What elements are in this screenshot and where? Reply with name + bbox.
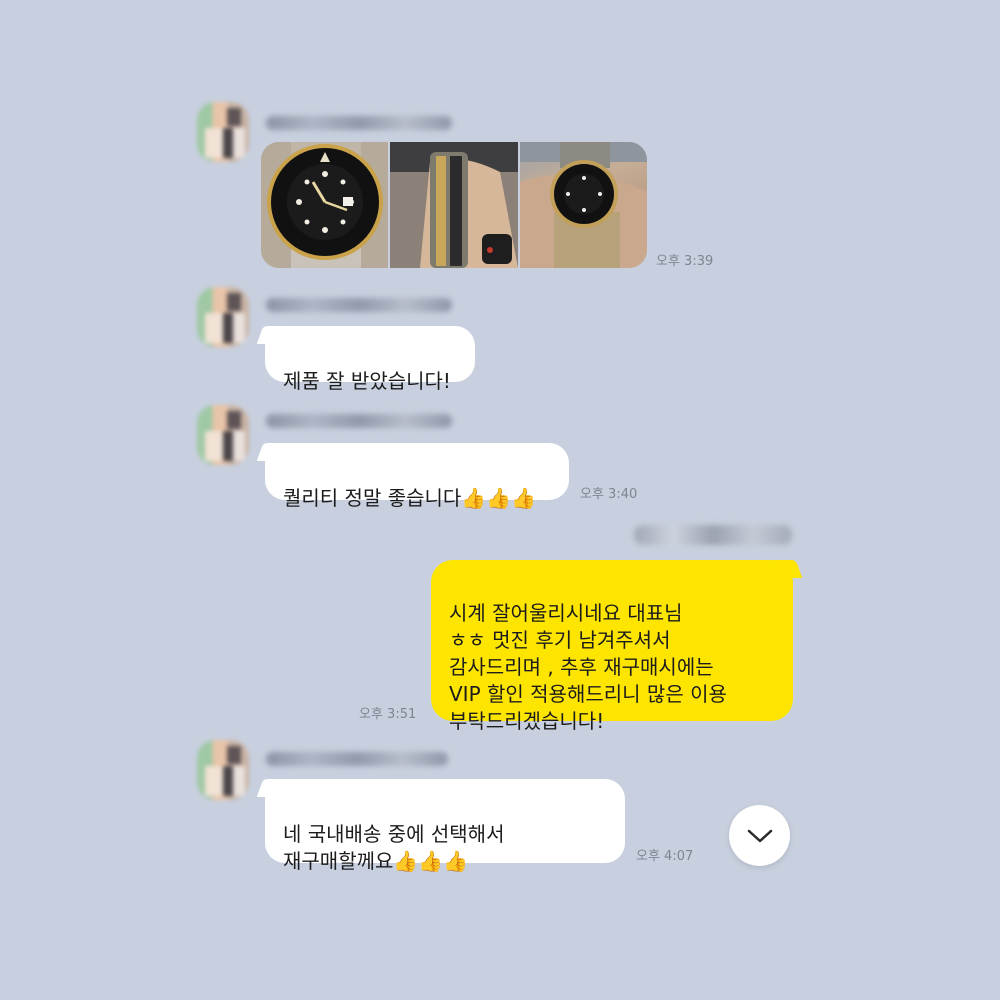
chevron-down-icon bbox=[747, 829, 772, 842]
thumbs-up-emoji: 👍👍👍 bbox=[393, 849, 469, 873]
sender-avatar[interactable] bbox=[197, 287, 249, 347]
sender-avatar[interactable] bbox=[197, 740, 249, 800]
sender-name-blurred bbox=[266, 116, 452, 130]
message-text: 제품 잘 받았습니다! bbox=[283, 369, 451, 393]
watch-wrist-image bbox=[519, 142, 647, 268]
sender-name-blurred bbox=[266, 752, 448, 766]
incoming-message-bubble[interactable]: 퀄리티 정말 좋습니다👍👍👍 bbox=[265, 443, 569, 510]
scroll-to-bottom-button[interactable] bbox=[729, 805, 790, 866]
outgoing-message-bubble[interactable]: 시계 잘어울리시네요 대표님 ㅎㅎ 멋진 후기 남겨주셔서 감사드리며 , 추후… bbox=[431, 560, 793, 733]
message-text: 퀄리티 정말 좋습니다 bbox=[283, 486, 462, 510]
watch-on-wrist-side-photo[interactable] bbox=[390, 142, 518, 268]
message-time: 오후 3:39 bbox=[656, 254, 714, 269]
chat-room[interactable]: 오후 3:39 제품 잘 받았습니다! 퀄리티 정말 좋습니다👍👍👍 오후 3:… bbox=[0, 0, 1000, 1000]
message-time: 오후 4:07 bbox=[636, 849, 694, 864]
sender-avatar[interactable] bbox=[197, 405, 249, 465]
watch-side-image bbox=[390, 142, 518, 268]
photo-message[interactable] bbox=[261, 142, 647, 268]
message-time: 오후 3:51 bbox=[359, 707, 417, 722]
sender-avatar[interactable] bbox=[197, 102, 249, 162]
message-text: 시계 잘어울리시네요 대표님 ㅎㅎ 멋진 후기 남겨주셔서 감사드리며 , 추후… bbox=[449, 601, 727, 733]
thumbs-up-emoji: 👍👍👍 bbox=[461, 486, 537, 510]
watch-closeup-image bbox=[261, 142, 389, 268]
read-status-blurred bbox=[634, 525, 792, 545]
sender-name-blurred bbox=[266, 414, 452, 428]
message-time: 오후 3:40 bbox=[580, 487, 638, 502]
watch-on-wrist-photo[interactable] bbox=[519, 142, 647, 268]
incoming-message-bubble[interactable]: 네 국내배송 중에 선택해서 재구매할께요👍👍👍 bbox=[265, 779, 625, 873]
sender-name-blurred bbox=[266, 298, 452, 312]
incoming-message-bubble[interactable]: 제품 잘 받았습니다! bbox=[265, 326, 475, 393]
watch-closeup-photo[interactable] bbox=[261, 142, 389, 268]
